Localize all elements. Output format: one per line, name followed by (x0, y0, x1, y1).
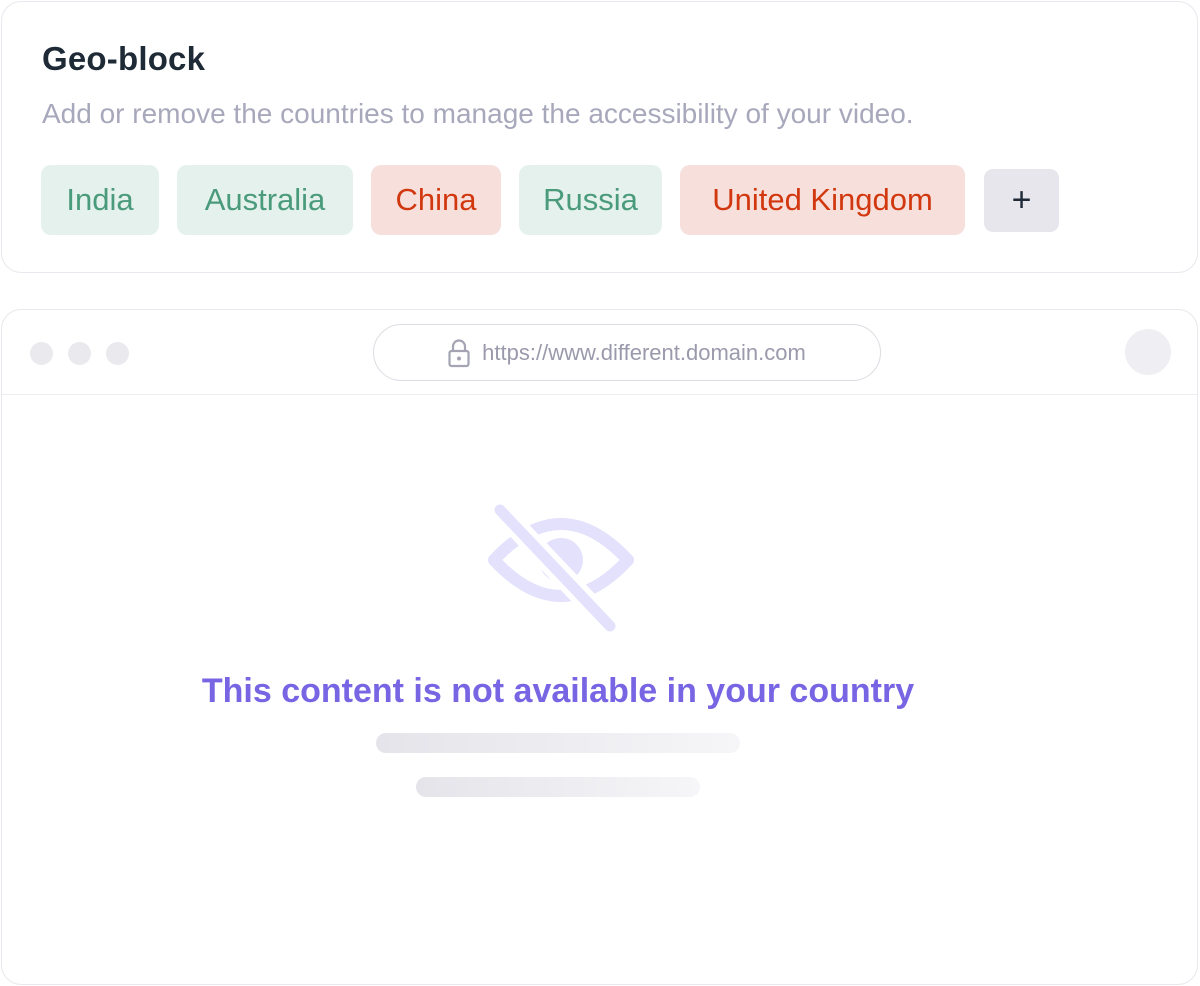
window-control-dot[interactable] (106, 342, 129, 365)
country-chip-australia[interactable]: Australia (177, 165, 353, 235)
country-chip-united-kingdom[interactable]: United Kingdom (680, 165, 965, 235)
browser-window: https://www.different.domain.com This co… (1, 309, 1198, 985)
country-chip-russia[interactable]: Russia (519, 165, 662, 235)
address-bar[interactable]: https://www.different.domain.com (373, 324, 881, 381)
country-chip-label: China (395, 182, 477, 217)
geo-block-card: Geo-block Add or remove the countries to… (1, 1, 1198, 273)
skeleton-line (376, 733, 740, 753)
window-control-dot[interactable] (30, 342, 53, 365)
country-chip-china[interactable]: China (371, 165, 501, 235)
add-country-button[interactable]: + (984, 169, 1059, 232)
url-text: https://www.different.domain.com (482, 339, 806, 365)
skeleton-line (416, 777, 700, 797)
country-chip-label: United Kingdom (712, 182, 933, 217)
country-chip-label: Russia (543, 182, 638, 217)
plus-icon: + (1011, 181, 1032, 219)
window-control-dot[interactable] (68, 342, 91, 365)
country-chip-label: India (66, 182, 134, 217)
geo-block-title: Geo-block (42, 40, 206, 77)
country-chip-india[interactable]: India (41, 165, 159, 235)
browser-toolbar: https://www.different.domain.com (2, 310, 1197, 395)
eye-off-icon (488, 504, 634, 634)
avatar[interactable] (1125, 329, 1171, 375)
country-chip-label: Australia (204, 182, 326, 217)
unavailable-message: This content is not available in your co… (201, 672, 915, 710)
lock-icon (448, 338, 470, 367)
geo-block-description: Add or remove the countries to manage th… (42, 98, 914, 129)
